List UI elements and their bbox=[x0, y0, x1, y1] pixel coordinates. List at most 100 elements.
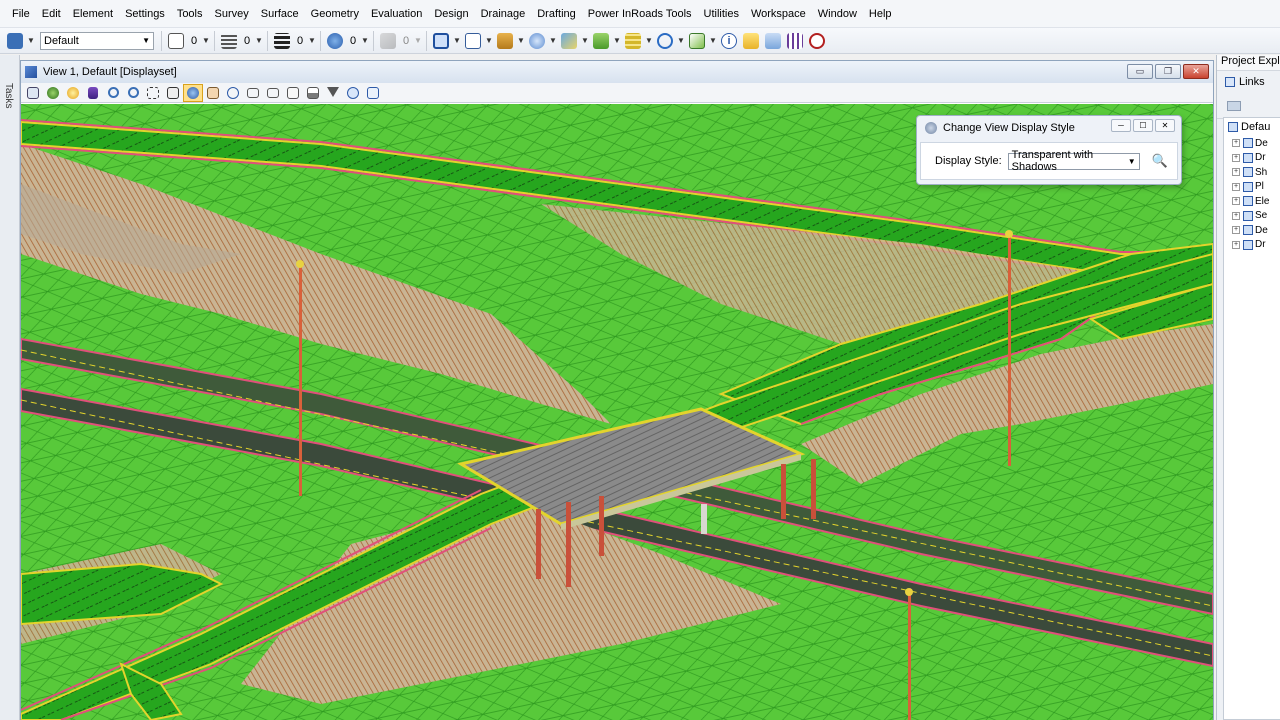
priority-icon[interactable] bbox=[377, 30, 399, 52]
properties-icon[interactable] bbox=[494, 30, 516, 52]
expand-icon[interactable]: + bbox=[1232, 153, 1240, 162]
chevron-down-icon[interactable]: ▼ bbox=[708, 36, 718, 45]
active-level-icon[interactable] bbox=[4, 30, 26, 52]
next-view-icon[interactable] bbox=[263, 84, 283, 102]
close-button[interactable]: ✕ bbox=[1155, 119, 1175, 132]
restore-button[interactable]: ❐ bbox=[1155, 64, 1181, 79]
menu-drafting[interactable]: Drafting bbox=[531, 0, 582, 28]
expand-icon[interactable]: + bbox=[1232, 240, 1240, 249]
close-button[interactable]: ✕ bbox=[1183, 64, 1209, 79]
chevron-down-icon[interactable]: ▼ bbox=[484, 36, 494, 45]
sun-icon[interactable] bbox=[63, 84, 83, 102]
chevron-down-icon[interactable]: ▼ bbox=[452, 36, 462, 45]
search-icon[interactable]: 🔍 bbox=[1152, 153, 1168, 169]
menu-design[interactable]: Design bbox=[428, 0, 474, 28]
view-rotation-icon[interactable] bbox=[363, 84, 383, 102]
clip-volume-icon[interactable] bbox=[283, 84, 303, 102]
pan-view-icon[interactable] bbox=[203, 84, 223, 102]
menu-utilities[interactable]: Utilities bbox=[698, 0, 745, 28]
model-canvas[interactable] bbox=[21, 104, 1213, 720]
menu-surface[interactable]: Surface bbox=[255, 0, 305, 28]
cloud-icon[interactable] bbox=[526, 30, 548, 52]
expand-icon[interactable]: + bbox=[1232, 211, 1240, 220]
menu-window[interactable]: Window bbox=[812, 0, 863, 28]
expand-icon[interactable]: + bbox=[1232, 168, 1240, 177]
snap-icon[interactable] bbox=[654, 30, 676, 52]
tree-item[interactable]: + Dr bbox=[1224, 151, 1280, 166]
menu-file[interactable]: File bbox=[6, 0, 36, 28]
tree-item[interactable]: + Sh bbox=[1224, 165, 1280, 180]
fit-view-icon[interactable] bbox=[163, 84, 183, 102]
rotate-view-icon[interactable] bbox=[183, 83, 203, 102]
menu-settings[interactable]: Settings bbox=[119, 0, 171, 28]
chevron-down-icon[interactable]: ▼ bbox=[413, 36, 423, 45]
expand-icon[interactable]: + bbox=[1232, 226, 1240, 235]
menu-element[interactable]: Element bbox=[67, 0, 119, 28]
window-area-icon[interactable] bbox=[143, 84, 163, 102]
references-icon[interactable] bbox=[590, 30, 612, 52]
minimize-button[interactable]: ▭ bbox=[1127, 64, 1153, 79]
zoom-out-icon[interactable] bbox=[123, 84, 143, 102]
links-tab[interactable]: Links bbox=[1217, 71, 1280, 93]
menu-drainage[interactable]: Drainage bbox=[475, 0, 532, 28]
chevron-down-icon[interactable]: ▼ bbox=[548, 36, 558, 45]
tree-item[interactable]: + De bbox=[1224, 223, 1280, 238]
previous-view-icon[interactable] bbox=[243, 84, 263, 102]
chevron-down-icon[interactable]: ▼ bbox=[516, 36, 526, 45]
line-style-icon[interactable] bbox=[218, 30, 240, 52]
chevron-down-icon[interactable]: ▼ bbox=[580, 36, 590, 45]
walk-icon[interactable] bbox=[223, 84, 243, 102]
raster-icon[interactable] bbox=[558, 30, 580, 52]
clip-mask-icon[interactable] bbox=[303, 84, 323, 102]
tree-item[interactable]: + Ele bbox=[1224, 194, 1280, 209]
folder-icon[interactable] bbox=[1227, 100, 1241, 111]
camera-icon[interactable] bbox=[343, 84, 363, 102]
chevron-down-icon[interactable]: ▼ bbox=[612, 36, 622, 45]
chevron-down-icon[interactable]: ▼ bbox=[201, 36, 211, 45]
update-view-icon[interactable] bbox=[83, 84, 103, 102]
chevron-down-icon[interactable]: ▼ bbox=[26, 36, 36, 45]
menu-tools[interactable]: Tools bbox=[171, 0, 209, 28]
display-style-select[interactable]: Transparent with Shadows ▼ bbox=[1007, 149, 1140, 173]
element-selection-icon[interactable] bbox=[430, 30, 452, 52]
view-title-bar[interactable]: View 1, Default [Displayset] ▭ ❐ ✕ bbox=[21, 61, 1213, 83]
new-file-icon[interactable] bbox=[462, 30, 484, 52]
tasks-strip[interactable]: Tasks bbox=[0, 55, 20, 720]
tree-item[interactable]: + Se bbox=[1224, 209, 1280, 224]
chevron-down-icon[interactable]: ▼ bbox=[644, 36, 654, 45]
transparency-icon[interactable] bbox=[324, 30, 346, 52]
menu-power-inroads-tools[interactable]: Power InRoads Tools bbox=[582, 0, 698, 28]
maximize-button[interactable]: ☐ bbox=[1133, 119, 1153, 132]
chevron-down-icon[interactable]: ▼ bbox=[254, 36, 264, 45]
menu-evaluation[interactable]: Evaluation bbox=[365, 0, 428, 28]
tree-item[interactable]: + Pl bbox=[1224, 180, 1280, 195]
level-combo[interactable]: Default ▼ bbox=[40, 31, 154, 50]
chevron-down-icon[interactable]: ▼ bbox=[676, 36, 686, 45]
color-icon[interactable] bbox=[165, 30, 187, 52]
minimize-button[interactable]: ─ bbox=[1111, 119, 1131, 132]
chevron-down-icon[interactable]: ▼ bbox=[307, 36, 317, 45]
filter-icon[interactable] bbox=[323, 84, 343, 102]
grid-icon[interactable] bbox=[784, 30, 806, 52]
expand-icon[interactable]: + bbox=[1232, 139, 1240, 148]
levels-icon[interactable] bbox=[622, 30, 644, 52]
folder-search-icon[interactable] bbox=[740, 30, 762, 52]
tree-root[interactable]: Defau bbox=[1224, 118, 1280, 136]
accudraw-icon[interactable] bbox=[686, 30, 708, 52]
expand-icon[interactable]: + bbox=[1232, 197, 1240, 206]
menu-workspace[interactable]: Workspace bbox=[745, 0, 812, 28]
clipboard-icon[interactable] bbox=[762, 30, 784, 52]
info-icon[interactable]: i bbox=[718, 30, 740, 52]
menu-help[interactable]: Help bbox=[863, 0, 898, 28]
expand-icon[interactable]: + bbox=[1232, 182, 1240, 191]
menu-geometry[interactable]: Geometry bbox=[305, 0, 365, 28]
chevron-down-icon[interactable]: ▼ bbox=[360, 36, 370, 45]
display-style-icon[interactable] bbox=[43, 84, 63, 102]
no-entry-icon[interactable] bbox=[806, 30, 828, 52]
line-weight-icon[interactable] bbox=[271, 30, 293, 52]
tree-item[interactable]: + Dr bbox=[1224, 238, 1280, 253]
tree-item[interactable]: + De bbox=[1224, 136, 1280, 151]
menu-edit[interactable]: Edit bbox=[36, 0, 67, 28]
zoom-in-icon[interactable] bbox=[103, 84, 123, 102]
view-attributes-icon[interactable] bbox=[23, 84, 43, 102]
